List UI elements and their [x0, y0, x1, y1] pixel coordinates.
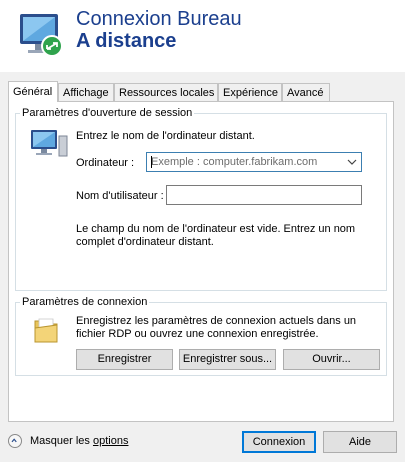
- general-tab-panel: Paramètres d'ouverture de session Entrez…: [8, 101, 394, 422]
- tab-experience[interactable]: Expérience: [218, 83, 282, 101]
- open-button[interactable]: Ouvrir...: [283, 349, 380, 370]
- text-caret: [151, 156, 152, 168]
- tab-general[interactable]: Général: [8, 81, 58, 102]
- hide-options-label: Masquer les options: [30, 435, 129, 447]
- folder-icon: [34, 318, 58, 343]
- session-instruction: Entrez le nom de l'ordinateur distant.: [76, 130, 255, 142]
- computer-combobox[interactable]: Exemple : computer.fabrikam.com: [146, 152, 362, 172]
- chevron-down-icon[interactable]: [347, 157, 357, 167]
- app-title-line1: Connexion Bureau: [76, 8, 242, 30]
- tab-ressources-locales[interactable]: Ressources locales: [114, 83, 218, 101]
- computer-label: Ordinateur :: [76, 157, 135, 169]
- connection-desc-line-2: fichier RDP ou ouvrez une connexion enre…: [76, 328, 319, 340]
- chevron-up-circle-icon[interactable]: [8, 434, 22, 448]
- remote-desktop-logo-icon: [20, 14, 63, 57]
- tab-avance[interactable]: Avancé: [282, 83, 330, 101]
- computer-icon: [31, 130, 68, 157]
- username-field[interactable]: [166, 185, 362, 205]
- connect-button[interactable]: Connexion: [242, 431, 316, 453]
- tab-affichage[interactable]: Affichage: [58, 83, 114, 101]
- hint-line-2: complet d'ordinateur distant.: [76, 236, 214, 248]
- hint-line-1: Le champ du nom de l'ordinateur est vide…: [76, 223, 356, 235]
- header-banner: Connexion Bureau A distance: [0, 0, 405, 72]
- connection-desc-line-1: Enregistrez les paramètres de connexion …: [76, 315, 357, 327]
- app-title-line2: A distance: [76, 30, 177, 52]
- help-button[interactable]: Aide: [323, 431, 397, 453]
- username-label: Nom d'utilisateur :: [76, 190, 164, 202]
- computer-placeholder: Exemple : computer.fabrikam.com: [151, 156, 318, 168]
- session-group-title: Paramètres d'ouverture de session: [22, 107, 193, 119]
- save-button[interactable]: Enregistrer: [76, 349, 173, 370]
- connection-group-title: Paramètres de connexion: [22, 296, 148, 308]
- save-as-button[interactable]: Enregistrer sous...: [179, 349, 276, 370]
